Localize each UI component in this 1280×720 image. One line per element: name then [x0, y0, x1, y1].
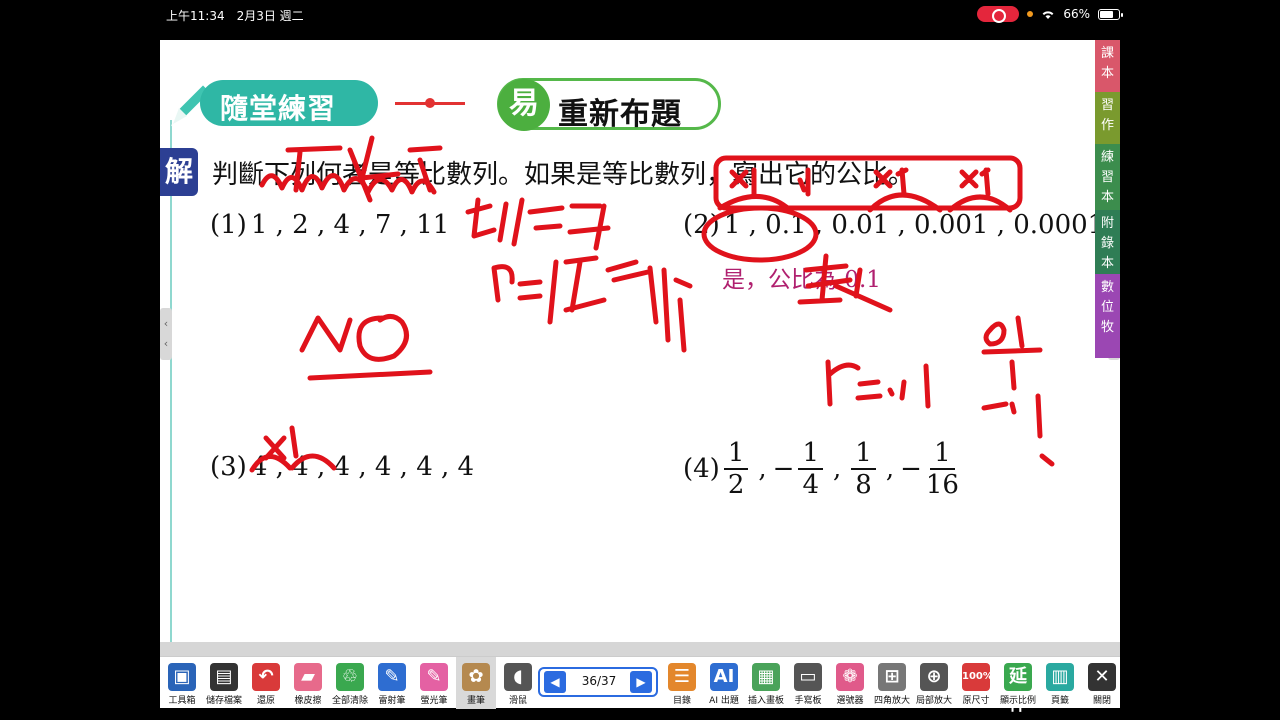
wifi-icon: [1042, 10, 1054, 19]
insert-board-icon: ▦: [752, 663, 780, 691]
four-corner-zoom-icon: ⊞: [878, 663, 906, 691]
side-tab-char: 本: [1100, 256, 1114, 271]
undo-icon: ↶: [252, 663, 280, 691]
side-tab-char: 數: [1100, 280, 1114, 295]
problem-sequence: 1 , 0.1 , 0.01 , 0.001 , 0.0001: [723, 210, 1105, 240]
problem-number: (2): [683, 210, 720, 240]
fraction-term: 12: [723, 438, 749, 500]
palette-icon: ✿: [462, 663, 490, 691]
eraser-icon: ▰: [294, 663, 322, 691]
battery-icon: [1098, 8, 1123, 20]
difficulty-badge: 易: [498, 79, 550, 131]
term-sign: −: [772, 454, 795, 484]
side-tab-char: 位: [1100, 300, 1114, 315]
highlighter-icon: ✎: [420, 663, 448, 691]
side-tab-practice[interactable]: 練習本: [1095, 144, 1120, 210]
tool-button-close[interactable]: ✕ 關閉: [1082, 657, 1122, 709]
term-separator: ,: [885, 454, 895, 484]
problem-sequence: 4 , 4 , 4 , 4 , 4 , 4: [250, 452, 475, 482]
term-separator: ,: [833, 454, 842, 484]
fraction-term: 18: [851, 438, 876, 500]
header-connector: [395, 98, 465, 108]
original-size-icon: 100%: [962, 663, 993, 691]
status-bar: 上午11:34 2月3日 週二 66%: [0, 0, 1280, 30]
number-picker-icon: ❁: [836, 663, 864, 691]
problem-2: (2) 1 , 0.1 , 0.01 , 0.001 , 0.0001: [683, 210, 1104, 240]
term-separator: ,: [758, 454, 767, 484]
display-ratio-icon: 延伸: [1004, 663, 1032, 715]
side-tab-char: 牧: [1100, 320, 1114, 335]
difficulty-header: 易 重新布題: [497, 78, 721, 132]
term-sign: −: [900, 454, 922, 484]
next-page-icon[interactable]: ▶: [630, 671, 652, 693]
problem-3: (3) 4 , 4 , 4 , 4 , 4 , 4: [210, 452, 474, 482]
laser-pen-icon: ✎: [378, 663, 406, 691]
prev-page-handle[interactable]: ‹ ‹: [160, 308, 172, 360]
side-tab-char: 本: [1100, 66, 1114, 81]
problem-2-answer: 是，公比為 0.1: [722, 267, 881, 293]
battery-percent: 66%: [1063, 7, 1090, 21]
fraction-term: 14: [798, 438, 823, 500]
bottom-toolbar: ▣ 工具箱 ▤ 儲存檔案 ↶ 還原 ▰ 橡皮擦 ♲ 全部清除 ✎ 雷射筆 ✎ 螢光筆 ✿ 畫筆 ◖ 滑鼠 ◀ 36…: [160, 656, 1122, 715]
side-tab-appendix[interactable]: 附錄本: [1095, 210, 1120, 274]
side-tab-workbook[interactable]: 習作: [1095, 92, 1120, 144]
close-icon: ✕: [1088, 663, 1116, 691]
problem-number: (1): [210, 210, 247, 240]
side-tab-char: 習: [1100, 170, 1114, 185]
mouse-icon: ◖: [504, 663, 532, 691]
side-tab-textbook[interactable]: 課本: [1095, 40, 1120, 92]
problem-sequence: 1 , 2 , 4 , 7 , 11: [250, 210, 450, 240]
horizontal-scrollbar[interactable]: [160, 642, 1120, 656]
margin-line: [170, 120, 172, 650]
tool-label: 關閉: [1092, 696, 1111, 706]
screen-record-icon[interactable]: [977, 6, 1020, 23]
side-tab-char: 附: [1100, 216, 1114, 231]
clear-all-icon: ♲: [336, 663, 364, 691]
problem-number: (4): [683, 454, 720, 484]
prev-page-icon[interactable]: ◀: [544, 671, 566, 693]
side-tab-char: 本: [1100, 190, 1114, 205]
status-indicators: 66%: [977, 6, 1123, 23]
side-tab-digital[interactable]: 數位牧: [1095, 274, 1120, 358]
ai-question-icon: AI: [710, 663, 738, 691]
page-navigator: ◀ 36/37 ▶: [538, 667, 658, 697]
save-icon: ▤: [210, 663, 238, 691]
side-tab-char: 課: [1100, 46, 1114, 61]
contents-icon: ☰: [668, 663, 696, 691]
mic-indicator-icon: [1027, 11, 1034, 17]
fraction-term: 1 16: [925, 438, 959, 500]
tab-icon: ▥: [1046, 663, 1074, 691]
status-time: 上午11:34 2月3日 週二: [166, 9, 304, 23]
solve-badge[interactable]: 解: [160, 148, 198, 196]
problem-4: (4) 12 , − 14 , 18 , − 1 16: [683, 438, 963, 500]
side-tab-char: 作: [1100, 118, 1114, 133]
section-label: 隨堂練習: [200, 80, 378, 126]
tool-button-mouse[interactable]: ◖ 滑鼠: [498, 657, 538, 709]
side-tab-char: 習: [1100, 98, 1114, 113]
problem-number: (3): [210, 452, 247, 482]
handwriting-board-icon: ▭: [794, 663, 822, 691]
page-indicator[interactable]: 36/37: [574, 674, 624, 688]
exercise-title: 重新布題: [558, 97, 682, 132]
toolbox-icon: ▣: [168, 663, 196, 691]
side-tab-char: 錄: [1100, 236, 1114, 251]
problem-1: (1) 1 , 2 , 4 , 7 , 11: [210, 210, 449, 240]
question-text: 判斷下列何者是等比數列。如果是等比數列，寫出它的公比。: [212, 160, 915, 190]
side-tab-char: 練: [1100, 150, 1114, 165]
local-zoom-icon: ⊕: [920, 663, 948, 691]
